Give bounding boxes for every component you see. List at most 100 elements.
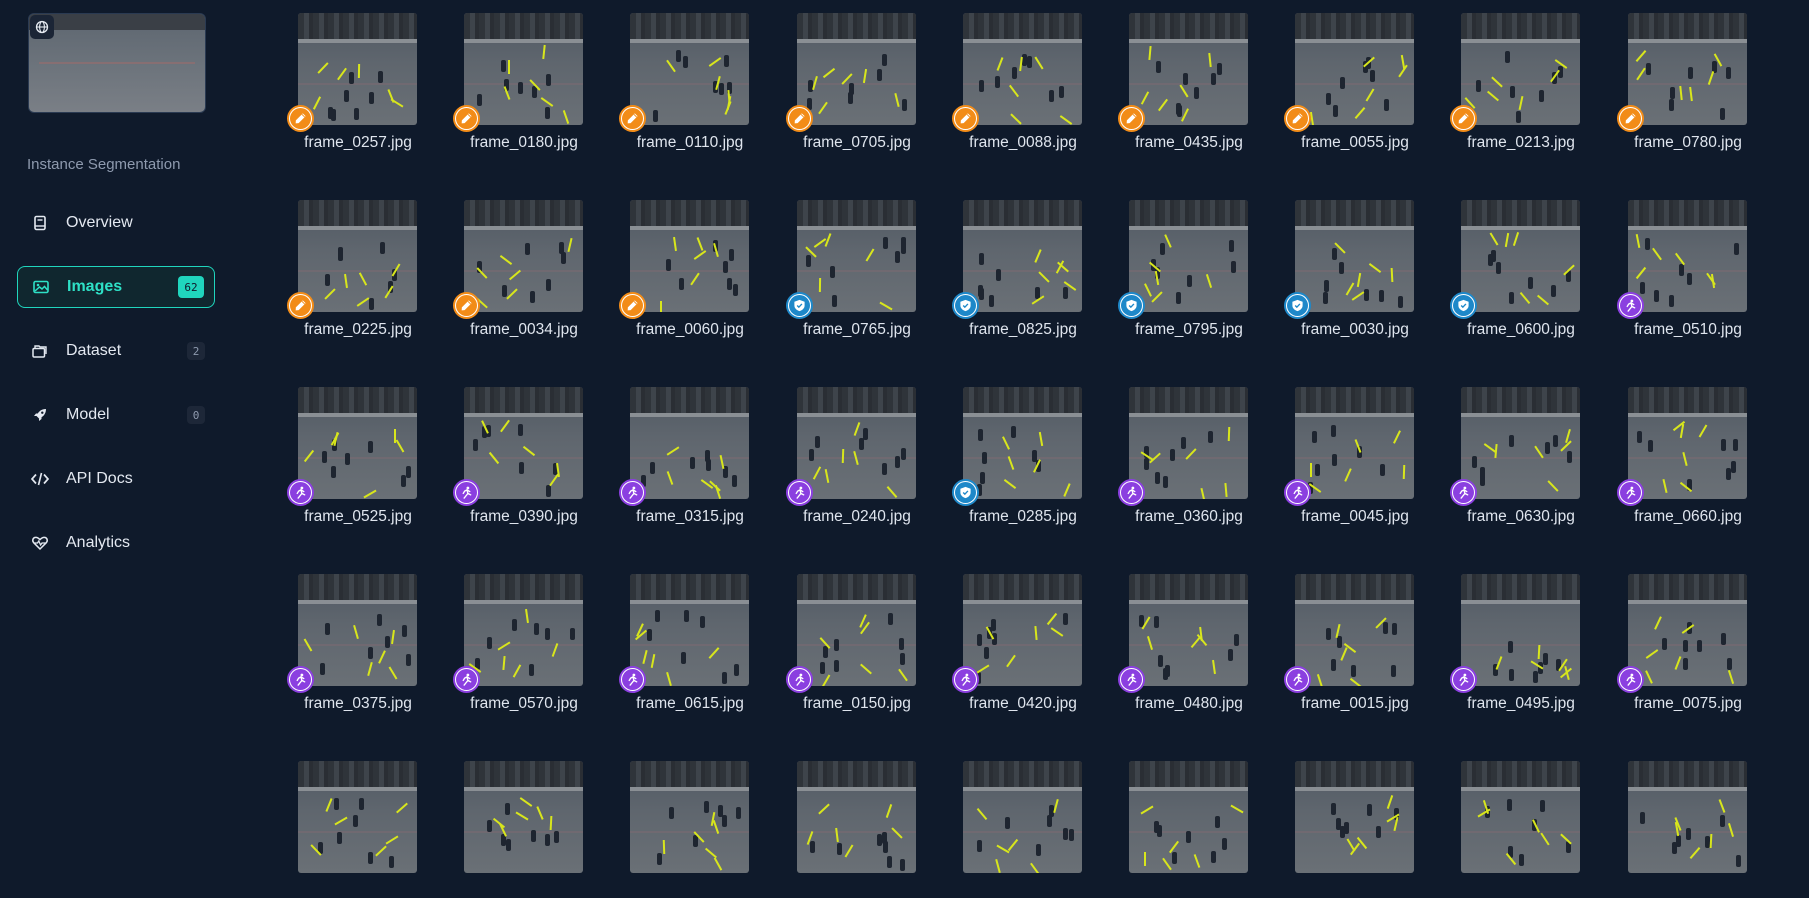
sidebar-item-model[interactable]: Model 0 bbox=[17, 394, 215, 436]
image-tile[interactable] bbox=[1626, 748, 1747, 898]
image-tile[interactable]: frame_0315.jpg bbox=[619, 374, 749, 525]
image-thumbnail[interactable] bbox=[464, 200, 583, 312]
image-tile[interactable]: frame_0150.jpg bbox=[786, 561, 916, 712]
image-thumbnail[interactable] bbox=[464, 574, 583, 686]
image-tile[interactable] bbox=[795, 748, 916, 898]
image-tile[interactable] bbox=[296, 748, 417, 898]
image-tile[interactable]: frame_0570.jpg bbox=[453, 561, 583, 712]
globe-icon[interactable] bbox=[30, 15, 54, 39]
image-thumbnail[interactable] bbox=[630, 574, 749, 686]
image-thumbnail[interactable] bbox=[1628, 200, 1747, 312]
image-thumbnail[interactable] bbox=[1129, 761, 1248, 873]
image-tile[interactable]: frame_0110.jpg bbox=[619, 0, 749, 151]
image-tile[interactable] bbox=[1459, 748, 1580, 898]
image-tile[interactable]: frame_0213.jpg bbox=[1450, 0, 1580, 151]
image-tile[interactable] bbox=[1293, 748, 1414, 898]
image-tile[interactable]: frame_0045.jpg bbox=[1284, 374, 1414, 525]
image-tile[interactable]: frame_0225.jpg bbox=[287, 187, 417, 338]
image-thumbnail[interactable] bbox=[1129, 387, 1248, 499]
image-tile[interactable]: frame_0630.jpg bbox=[1450, 374, 1580, 525]
image-thumbnail[interactable] bbox=[1129, 200, 1248, 312]
image-tile[interactable]: frame_0435.jpg bbox=[1118, 0, 1248, 151]
image-tile[interactable]: frame_0615.jpg bbox=[619, 561, 749, 712]
image-tile[interactable]: frame_0480.jpg bbox=[1118, 561, 1248, 712]
image-thumbnail[interactable] bbox=[963, 761, 1082, 873]
image-tile[interactable]: frame_0015.jpg bbox=[1284, 561, 1414, 712]
image-thumbnail[interactable] bbox=[630, 200, 749, 312]
image-tile[interactable]: frame_0060.jpg bbox=[619, 187, 749, 338]
image-tile[interactable]: frame_0240.jpg bbox=[786, 374, 916, 525]
image-thumbnail[interactable] bbox=[1295, 761, 1414, 873]
image-tile[interactable]: frame_0390.jpg bbox=[453, 374, 583, 525]
image-tile[interactable] bbox=[1127, 748, 1248, 898]
image-thumbnail[interactable] bbox=[464, 761, 583, 873]
image-tile[interactable]: frame_0360.jpg bbox=[1118, 374, 1248, 525]
project-thumbnail[interactable] bbox=[28, 13, 206, 113]
image-thumbnail[interactable] bbox=[298, 387, 417, 499]
image-thumbnail[interactable] bbox=[1295, 200, 1414, 312]
image-thumbnail[interactable] bbox=[963, 387, 1082, 499]
image-tile[interactable]: frame_0600.jpg bbox=[1450, 187, 1580, 338]
image-thumbnail[interactable] bbox=[1628, 387, 1747, 499]
image-tile[interactable]: frame_0180.jpg bbox=[453, 0, 583, 151]
image-tile[interactable]: frame_0705.jpg bbox=[786, 0, 916, 151]
image-thumbnail[interactable] bbox=[1461, 387, 1580, 499]
image-tile[interactable]: frame_0030.jpg bbox=[1284, 187, 1414, 338]
image-tile[interactable]: frame_0075.jpg bbox=[1617, 561, 1747, 712]
image-thumbnail[interactable] bbox=[797, 387, 916, 499]
image-thumbnail[interactable] bbox=[963, 574, 1082, 686]
segmentation-mask bbox=[853, 422, 861, 436]
image-thumbnail[interactable] bbox=[298, 574, 417, 686]
image-thumbnail[interactable] bbox=[1461, 574, 1580, 686]
image-thumbnail[interactable] bbox=[1461, 761, 1580, 873]
image-tile[interactable]: frame_0780.jpg bbox=[1617, 0, 1747, 151]
image-tile[interactable]: frame_0510.jpg bbox=[1617, 187, 1747, 338]
sidebar-item-analytics[interactable]: Analytics bbox=[17, 522, 215, 564]
image-thumbnail[interactable] bbox=[298, 200, 417, 312]
image-tile[interactable]: frame_0420.jpg bbox=[952, 561, 1082, 712]
image-thumbnail[interactable] bbox=[1461, 13, 1580, 125]
image-tile[interactable]: frame_0825.jpg bbox=[952, 187, 1082, 338]
image-tile[interactable]: frame_0525.jpg bbox=[287, 374, 417, 525]
image-tile[interactable]: frame_0795.jpg bbox=[1118, 187, 1248, 338]
segmentation-mask bbox=[1002, 436, 1010, 450]
image-thumbnail[interactable] bbox=[1295, 387, 1414, 499]
image-thumbnail[interactable] bbox=[464, 387, 583, 499]
image-thumbnail[interactable] bbox=[963, 200, 1082, 312]
image-thumbnail[interactable] bbox=[1295, 13, 1414, 125]
image-thumbnail[interactable] bbox=[797, 200, 916, 312]
image-tile[interactable]: frame_0375.jpg bbox=[287, 561, 417, 712]
image-tile[interactable]: frame_0055.jpg bbox=[1284, 0, 1414, 151]
image-tile[interactable]: frame_0257.jpg bbox=[287, 0, 417, 151]
image-thumbnail[interactable] bbox=[1129, 13, 1248, 125]
sidebar-item-overview[interactable]: Overview bbox=[17, 202, 215, 244]
image-thumbnail[interactable] bbox=[298, 761, 417, 873]
image-thumbnail[interactable] bbox=[298, 13, 417, 125]
sidebar-item-images[interactable]: Images 62 bbox=[17, 266, 215, 308]
image-tile[interactable] bbox=[462, 748, 583, 898]
image-thumbnail[interactable] bbox=[1628, 761, 1747, 873]
image-tile[interactable]: frame_0285.jpg bbox=[952, 374, 1082, 525]
image-thumbnail[interactable] bbox=[630, 13, 749, 125]
image-thumbnail[interactable] bbox=[1461, 200, 1580, 312]
sidebar-item-api-docs[interactable]: API Docs bbox=[17, 458, 215, 500]
image-thumbnail[interactable] bbox=[464, 13, 583, 125]
image-thumbnail[interactable] bbox=[797, 574, 916, 686]
image-thumbnail[interactable] bbox=[1129, 574, 1248, 686]
image-thumbnail[interactable] bbox=[1295, 574, 1414, 686]
image-tile[interactable]: frame_0034.jpg bbox=[453, 187, 583, 338]
image-thumbnail[interactable] bbox=[630, 387, 749, 499]
image-tile[interactable]: frame_0765.jpg bbox=[786, 187, 916, 338]
image-tile[interactable]: frame_0660.jpg bbox=[1617, 374, 1747, 525]
image-tile[interactable] bbox=[961, 748, 1082, 898]
image-thumbnail[interactable] bbox=[1628, 574, 1747, 686]
image-thumbnail[interactable] bbox=[963, 13, 1082, 125]
image-thumbnail[interactable] bbox=[1628, 13, 1747, 125]
image-thumbnail[interactable] bbox=[797, 13, 916, 125]
sidebar-item-dataset[interactable]: Dataset 2 bbox=[17, 330, 215, 372]
image-thumbnail[interactable] bbox=[797, 761, 916, 873]
image-tile[interactable]: frame_0495.jpg bbox=[1450, 561, 1580, 712]
image-tile[interactable]: frame_0088.jpg bbox=[952, 0, 1082, 151]
image-tile[interactable] bbox=[628, 748, 749, 898]
image-thumbnail[interactable] bbox=[630, 761, 749, 873]
